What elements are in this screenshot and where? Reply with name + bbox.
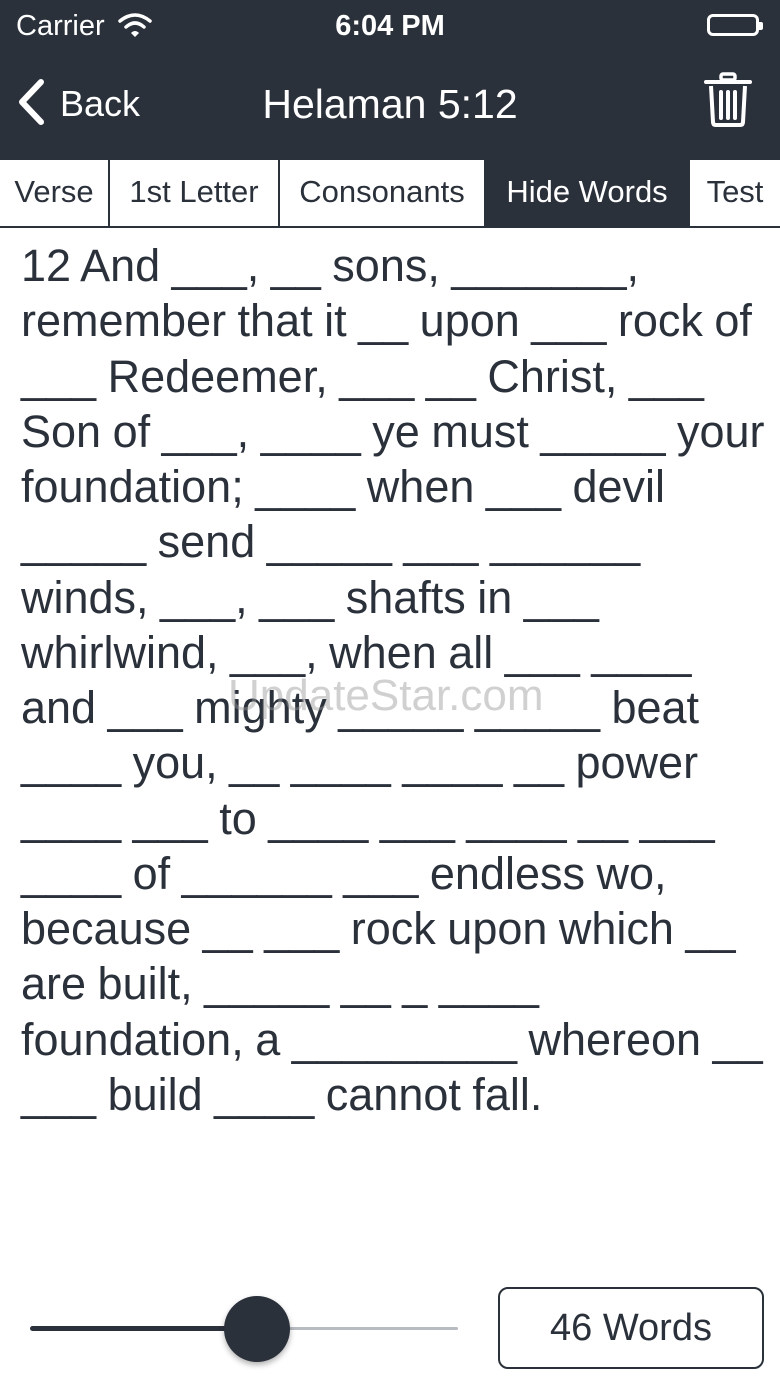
delete-button[interactable] — [700, 72, 756, 128]
slider-track-filled — [30, 1326, 257, 1331]
trash-icon — [700, 72, 756, 132]
tab-first-letter[interactable]: 1st Letter — [110, 160, 280, 226]
back-button[interactable]: Back — [16, 76, 140, 132]
battery-icon — [707, 14, 763, 36]
word-count-slider[interactable] — [30, 1296, 458, 1362]
verse-text: 12 And ___, __ sons, _______, remember t… — [21, 240, 765, 1120]
chevron-left-icon — [16, 78, 46, 131]
status-time: 6:04 PM — [335, 10, 445, 42]
status-bar: Carrier 6:04 PM — [0, 0, 780, 54]
navigation-header: Carrier 6:04 PM Back Helaman 5:12 — [0, 0, 780, 160]
tab-test[interactable]: Test — [690, 160, 780, 226]
slider-thumb[interactable] — [224, 1296, 290, 1362]
tab-consonants[interactable]: Consonants — [280, 160, 486, 226]
tab-hide-words[interactable]: Hide Words — [486, 160, 690, 226]
mode-tabs: Verse 1st Letter Consonants Hide Words T… — [0, 160, 780, 228]
back-label: Back — [60, 83, 141, 124]
word-count-button[interactable]: 46 Words — [498, 1287, 764, 1369]
tab-verse[interactable]: Verse — [0, 160, 110, 226]
